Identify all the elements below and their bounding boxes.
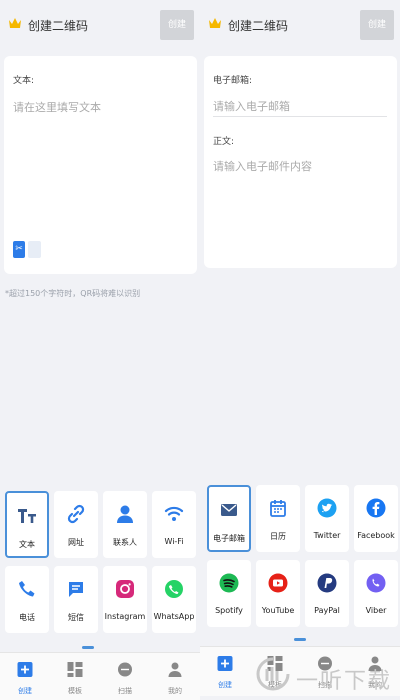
tile-whatsapp[interactable]: WhatsApp <box>152 566 196 633</box>
email-icon <box>218 499 240 521</box>
tile-label: Instagram <box>104 612 146 621</box>
tile-label: Facebook <box>357 531 395 540</box>
twitter-icon <box>316 497 338 519</box>
tile-youtube[interactable]: YouTube <box>256 560 300 627</box>
watermark-logo-icon <box>256 657 290 691</box>
tab-create[interactable]: 创建 <box>200 647 250 697</box>
instagram-icon <box>114 578 136 600</box>
body-input[interactable]: 请输入电子邮件内容 <box>213 158 312 174</box>
top-bar: 创建二维码 创建 <box>0 0 200 50</box>
whatsapp-icon <box>163 578 185 600</box>
tile-label: 联系人 <box>113 538 137 547</box>
crown-icon <box>209 18 221 28</box>
profile-icon <box>168 662 182 677</box>
tab-label: 模板 <box>68 687 82 695</box>
tab-scan[interactable]: 扫描 <box>100 653 150 700</box>
clear-button[interactable] <box>28 241 41 258</box>
email-input[interactable]: 请输入电子邮箱 <box>213 98 290 114</box>
tile-phone[interactable]: 电话 <box>5 566 49 633</box>
tile-spotify[interactable]: Spotify <box>207 560 251 627</box>
text-input[interactable]: 请在这里填写文本 <box>13 99 101 115</box>
tile-instagram[interactable]: Instagram <box>103 566 147 633</box>
tile-facebook[interactable]: Facebook <box>354 485 398 552</box>
tile-label: Spotify <box>215 606 243 615</box>
body-field-label: 正文: <box>213 137 235 147</box>
bottom-tab-bar: 创建 模板 扫描 我的 <box>0 652 200 700</box>
tile-label: PayPal <box>314 606 340 615</box>
tile-label: 文本 <box>19 540 35 549</box>
tab-label: 扫描 <box>118 687 132 695</box>
text-field-label: 文本: <box>13 76 35 86</box>
tile-label: Viber <box>365 606 387 615</box>
tile-email[interactable]: 电子邮箱 <box>207 485 251 552</box>
create-icon <box>17 662 33 677</box>
tab-label: 我的 <box>168 687 182 695</box>
tile-contact[interactable]: 联系人 <box>103 491 147 558</box>
watermark-text: 一听下载 <box>296 669 393 694</box>
tile-label: YouTube <box>261 606 295 615</box>
tile-label: 电子邮箱 <box>213 534 245 543</box>
create-text-screen: 创建二维码 创建 文本: 请在这里填写文本 ✂ *超过150个字符时，QR码将难… <box>0 0 200 700</box>
email-input-card: 电子邮箱: 请输入电子邮箱 正文: 请输入电子邮件内容 <box>204 56 397 268</box>
page-title: 创建二维码 <box>28 19 89 33</box>
tile-label: 短信 <box>68 613 84 622</box>
text-icon <box>16 505 38 527</box>
divider <box>213 116 387 117</box>
tile-url[interactable]: 网址 <box>54 491 98 558</box>
create-button[interactable]: 创建 <box>160 10 194 40</box>
tile-label: Wi-Fi <box>164 537 184 546</box>
tile-label: Twitter <box>313 531 341 540</box>
tile-label: 网址 <box>68 538 84 547</box>
template-icon <box>67 662 83 677</box>
link-icon <box>65 503 87 525</box>
tile-label: 日历 <box>270 532 286 541</box>
top-bar: 创建二维码 创建 <box>200 0 400 50</box>
tile-label: 电话 <box>19 613 35 622</box>
email-field-label: 电子邮箱: <box>213 76 253 86</box>
tab-profile[interactable]: 我的 <box>150 653 200 700</box>
facebook-icon <box>365 497 387 519</box>
clipboard-icon[interactable]: ✂ <box>13 241 25 258</box>
tab-template[interactable]: 模板 <box>50 653 100 700</box>
text-input-card: 文本: 请在这里填写文本 ✂ <box>4 56 197 274</box>
create-icon <box>217 656 233 671</box>
calendar-icon <box>267 497 289 519</box>
spotify-icon <box>218 572 240 594</box>
scan-icon <box>118 662 132 677</box>
phone-icon <box>16 578 38 600</box>
wifi-icon <box>163 503 185 525</box>
page-title: 创建二维码 <box>228 19 289 33</box>
create-button[interactable]: 创建 <box>360 10 394 40</box>
tile-label: WhatsApp <box>153 612 195 621</box>
contact-icon <box>114 503 136 525</box>
tile-wifi[interactable]: Wi-Fi <box>152 491 196 558</box>
tile-text[interactable]: 文本 <box>5 491 49 558</box>
length-hint: *超过150个字符时，QR码将难以识别 <box>5 289 141 298</box>
tile-sms[interactable]: 短信 <box>54 566 98 633</box>
sms-icon <box>65 578 87 600</box>
page-indicator <box>294 638 306 641</box>
tab-label: 创建 <box>18 687 32 695</box>
viber-icon <box>365 572 387 594</box>
paypal-icon <box>316 572 338 594</box>
tile-twitter[interactable]: Twitter <box>305 485 349 552</box>
page-indicator <box>82 646 94 649</box>
youtube-icon <box>267 572 289 594</box>
tile-paypal[interactable]: PayPal <box>305 560 349 627</box>
tile-viber[interactable]: Viber <box>354 560 398 627</box>
tile-calendar[interactable]: 日历 <box>256 485 300 552</box>
tab-create[interactable]: 创建 <box>0 653 50 700</box>
create-email-screen: 创建二维码 创建 电子邮箱: 请输入电子邮箱 正文: 请输入电子邮件内容 电子邮… <box>200 0 400 700</box>
tab-label: 创建 <box>218 681 232 689</box>
crown-icon <box>9 18 21 28</box>
